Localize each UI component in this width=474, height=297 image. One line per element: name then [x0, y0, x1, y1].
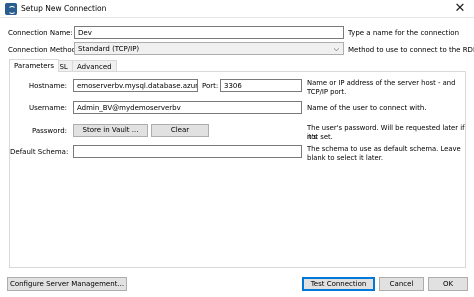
ok-button[interactable]: OK	[428, 277, 468, 291]
connection-method-label: Connection Method:	[8, 46, 79, 54]
username-hint: Name of the user to connect with.	[307, 104, 427, 112]
title-bar: Setup New Connection ✕	[0, 0, 474, 18]
hostname-label: Hostname:	[28, 82, 67, 90]
port-input[interactable]: 3306	[220, 79, 302, 92]
close-icon[interactable]: ✕	[446, 0, 474, 18]
username-label: Username:	[28, 104, 67, 112]
connection-name-input[interactable]: Dev	[74, 26, 344, 39]
app-icon	[5, 3, 17, 15]
connection-name-hint: Type a name for the connection	[348, 29, 460, 37]
port-label: Port:	[202, 82, 219, 90]
configure-server-management-button[interactable]: Configure Server Management...	[7, 277, 127, 291]
clear-password-button[interactable]: Clear	[151, 124, 209, 137]
hostname-input[interactable]: emoserverbv.mysql.database.azure.com	[73, 79, 198, 92]
test-connection-button[interactable]: Test Connection	[302, 277, 375, 291]
connection-method-hint: Method to use to connect to the RDBMS	[348, 46, 474, 54]
cancel-button[interactable]: Cancel	[379, 277, 424, 291]
hostname-hint-2: TCP/IP port.	[307, 87, 347, 96]
window-title: Setup New Connection	[21, 4, 107, 13]
password-hint-2: not set.	[307, 132, 333, 141]
default-schema-input[interactable]	[73, 145, 302, 158]
username-input[interactable]: Admin_BV@mydemoserverbv	[73, 101, 302, 114]
hostname-hint-1: Name or IP address of the server host - …	[307, 79, 456, 87]
password-label: Password:	[31, 127, 67, 135]
connection-method-value: Standard (TCP/IP)	[78, 45, 140, 53]
store-in-vault-button[interactable]: Store in Vault ...	[73, 124, 148, 137]
chevron-down-icon: ⌵	[333, 45, 339, 53]
connection-name-label: Connection Name:	[8, 29, 73, 37]
connection-method-select[interactable]: Standard (TCP/IP) ⌵	[74, 42, 344, 55]
default-schema-hint-2: blank to select it later.	[307, 153, 384, 162]
tab-parameters[interactable]: Parameters	[9, 59, 60, 72]
default-schema-label: Default Schema:	[10, 148, 69, 156]
default-schema-hint-1: The schema to use as default schema. Lea…	[307, 145, 461, 153]
